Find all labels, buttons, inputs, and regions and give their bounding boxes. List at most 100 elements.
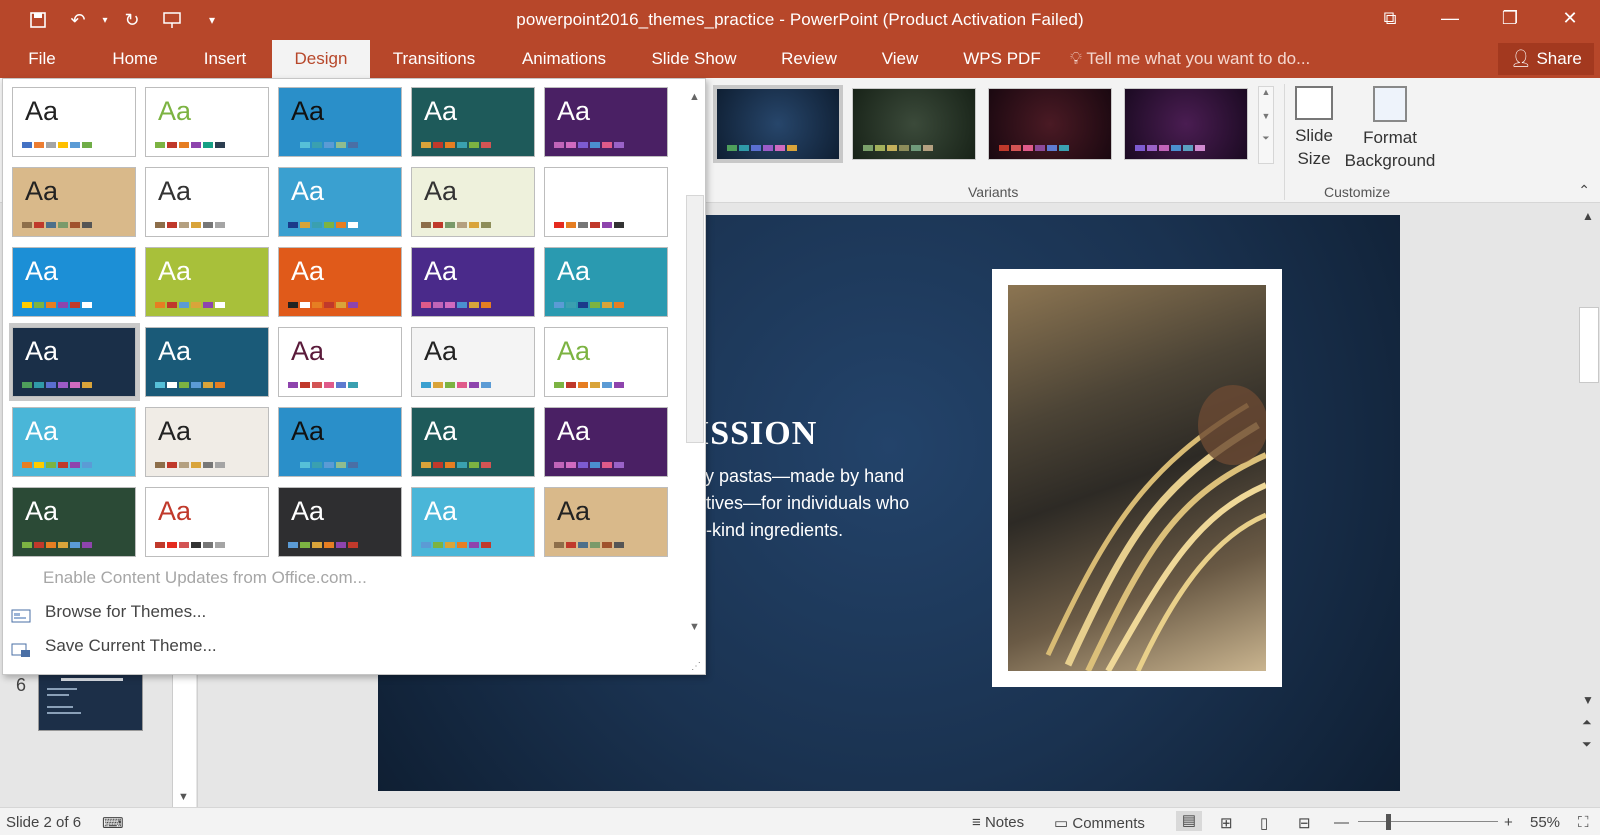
ribbon-display-options-icon[interactable]: ⧉	[1360, 0, 1420, 36]
theme-thumbnail[interactable]: Aa	[145, 487, 269, 557]
zoom-slider[interactable]	[1358, 821, 1498, 822]
theme-thumbnail[interactable]: Aa	[544, 167, 668, 237]
theme-thumbnail[interactable]: Aa	[544, 87, 668, 157]
variants-scrollbar[interactable]: ▲ ▼ ⏷	[1258, 86, 1274, 164]
slide-counter: Slide 2 of 6	[6, 814, 82, 831]
theme-thumbnail[interactable]: Aa	[145, 87, 269, 157]
format-background-button[interactable]: Format Background	[1342, 86, 1438, 172]
scroll-up-icon[interactable]: ▲	[1582, 209, 1594, 223]
scroll-down-icon[interactable]: ▼	[178, 791, 189, 803]
theme-thumbnail[interactable]: Aa	[411, 87, 535, 157]
zoom-level[interactable]: 55%	[1530, 814, 1560, 831]
theme-thumbnail[interactable]: Aa	[278, 487, 402, 557]
theme-thumbnail[interactable]: Aa	[145, 407, 269, 477]
slide-sorter-icon[interactable]: ⊞	[1220, 814, 1233, 832]
enable-content-updates-item: Enable Content Updates from Office.com..…	[43, 568, 367, 587]
share-button[interactable]: 👤︎ Share	[1498, 43, 1594, 75]
theme-color-swatches	[155, 222, 225, 228]
close-button[interactable]: ✕	[1540, 0, 1600, 36]
next-slide-icon[interactable]: ⏷	[1582, 737, 1592, 752]
restore-button[interactable]: ❐	[1480, 0, 1540, 36]
variant-2[interactable]	[852, 88, 976, 160]
theme-thumbnail[interactable]: Aa	[278, 247, 402, 317]
notes-button[interactable]: ≡ Notes	[972, 814, 1024, 831]
fit-slide-icon[interactable]: ⛶	[1578, 814, 1589, 831]
theme-thumbnail[interactable]: Aa	[544, 487, 668, 557]
slide-body-line: a-kind ingredients.	[696, 520, 844, 540]
scroll-up-icon[interactable]: ▲	[689, 91, 700, 103]
previous-slide-icon[interactable]: ⏶	[1582, 715, 1592, 730]
tell-me-box[interactable]: 💡︎ Tell me what you want to do...	[1070, 40, 1310, 78]
variant-3[interactable]	[988, 88, 1112, 160]
theme-thumbnail[interactable]: Aa	[411, 487, 535, 557]
theme-color-swatches	[288, 142, 358, 148]
scrollbar-thumb[interactable]	[1579, 307, 1599, 383]
normal-view-icon[interactable]: ▤	[1176, 811, 1202, 831]
theme-thumbnail[interactable]: Aa	[278, 87, 402, 157]
theme-thumbnail[interactable]: Aa	[411, 167, 535, 237]
zoom-slider-thumb[interactable]	[1386, 814, 1391, 830]
scroll-down-icon[interactable]: ▼	[1259, 111, 1273, 121]
variant-4[interactable]	[1124, 88, 1248, 160]
slide-body[interactable]: ity pastas—made by hand atives—for indiv…	[696, 463, 956, 544]
theme-thumbnail[interactable]: Aa	[9, 323, 140, 401]
photo-frame[interactable]	[992, 269, 1282, 687]
scroll-down-icon[interactable]: ▼	[689, 621, 700, 633]
theme-thumbnail[interactable]: Aa	[411, 247, 535, 317]
theme-thumbnail[interactable]: Aa	[12, 167, 136, 237]
theme-color-swatches	[421, 542, 491, 548]
theme-thumbnail[interactable]: Aa	[544, 327, 668, 397]
theme-preview-text: Aa	[424, 416, 458, 446]
browse-for-themes-item[interactable]: Browse for Themes...	[11, 597, 206, 627]
theme-thumbnail[interactable]: Aa	[544, 407, 668, 477]
theme-thumbnail[interactable]: Aa	[544, 247, 668, 317]
theme-preview-text: Aa	[557, 336, 591, 366]
group-divider	[1284, 84, 1285, 200]
theme-thumbnail[interactable]: Aa	[278, 407, 402, 477]
spelling-icon[interactable]: ⌨	[102, 814, 124, 832]
tab-review[interactable]: Review	[772, 40, 846, 78]
slide-thumbnail[interactable]	[38, 671, 143, 731]
theme-thumbnail[interactable]: Aa	[278, 327, 402, 397]
theme-thumbnail[interactable]: Aa	[145, 167, 269, 237]
theme-preview-text: Aa	[557, 496, 591, 526]
comments-button[interactable]: ▭ Comments	[1054, 814, 1145, 832]
tab-view[interactable]: View	[870, 40, 930, 78]
theme-thumbnail[interactable]: Aa	[145, 247, 269, 317]
reading-view-icon[interactable]: ▯	[1260, 814, 1268, 832]
minimize-button[interactable]: —	[1420, 0, 1480, 36]
slide-size-button[interactable]: Slide Size	[1290, 86, 1338, 170]
theme-thumbnail[interactable]: Aa	[411, 407, 535, 477]
theme-thumbnail[interactable]: Aa	[278, 167, 402, 237]
gallery-scrollbar[interactable]: ▲ ▼	[685, 85, 705, 633]
zoom-in-icon[interactable]: +	[1504, 814, 1513, 831]
scrollbar-thumb[interactable]	[686, 195, 704, 443]
slideshow-view-icon[interactable]: ⊟	[1298, 814, 1311, 832]
theme-thumbnail[interactable]: Aa	[12, 247, 136, 317]
tab-insert[interactable]: Insert	[190, 40, 260, 78]
theme-thumbnail[interactable]: Aa	[12, 487, 136, 557]
resize-grip-icon[interactable]: ⋰	[691, 661, 701, 672]
scroll-down-icon[interactable]: ▼	[1582, 693, 1594, 707]
theme-preview-text: Aa	[291, 256, 325, 286]
tab-animations[interactable]: Animations	[510, 40, 618, 78]
variant-1[interactable]	[713, 85, 843, 163]
tab-home[interactable]: Home	[100, 40, 170, 78]
tab-file[interactable]: File	[20, 40, 64, 78]
more-variants-icon[interactable]: ⏷	[1259, 133, 1273, 144]
theme-thumbnail[interactable]: Aa	[12, 407, 136, 477]
thumbnail-scrollbar[interactable]: ▼	[172, 663, 196, 807]
save-current-theme-item[interactable]: Save Current Theme...	[11, 631, 217, 661]
scroll-up-icon[interactable]: ▲	[1259, 87, 1273, 97]
zoom-out-icon[interactable]: —	[1334, 814, 1349, 831]
theme-thumbnail[interactable]: Aa	[411, 327, 535, 397]
tab-transitions[interactable]: Transitions	[384, 40, 484, 78]
slide-scrollbar[interactable]: ▲ ▼ ⏶ ⏷	[1576, 203, 1600, 807]
collapse-ribbon-icon[interactable]: ⌃	[1578, 182, 1590, 199]
theme-thumbnail[interactable]: Aa	[12, 87, 136, 157]
slide-heading[interactable]: ISSION	[696, 415, 817, 453]
tab-slide-show[interactable]: Slide Show	[644, 40, 744, 78]
tab-design[interactable]: Design	[272, 40, 370, 78]
theme-thumbnail[interactable]: Aa	[145, 327, 269, 397]
tab-wps-pdf[interactable]: WPS PDF	[958, 40, 1046, 78]
